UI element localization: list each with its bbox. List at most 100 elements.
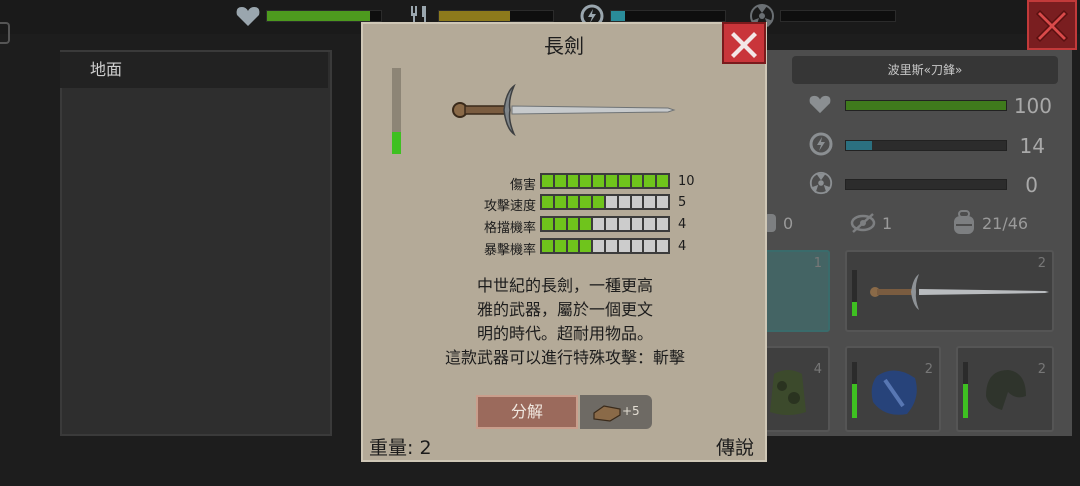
longsword-icon xyxy=(870,274,1049,310)
slot-count: 2 xyxy=(1037,362,1046,377)
energy-status-fill xyxy=(611,11,625,21)
stat-segment xyxy=(542,196,553,208)
stat-segment xyxy=(580,175,592,187)
stat-segment xyxy=(631,196,643,208)
character-radiation-icon xyxy=(809,171,833,195)
character-health-fill xyxy=(846,101,1006,110)
character-health-bar xyxy=(845,100,1007,111)
stat-segment xyxy=(605,218,617,230)
disassemble-button[interactable]: 分解 xyxy=(476,395,578,429)
stat-segment xyxy=(542,218,553,230)
stat-segment xyxy=(554,218,566,230)
slot-durability-bar xyxy=(852,362,857,418)
stat-segment xyxy=(593,175,604,187)
disassemble-yield: +5 xyxy=(580,395,652,429)
stat-segment xyxy=(644,240,656,252)
slot-count: 2 xyxy=(924,362,933,377)
health-heart-icon xyxy=(236,7,260,26)
stat-segment xyxy=(542,240,553,252)
item-durability-bar xyxy=(392,68,401,154)
close-popup-button[interactable] xyxy=(722,22,766,64)
stat-segment xyxy=(644,218,656,230)
character-energy-value: 14 xyxy=(1019,134,1045,158)
stat-segment xyxy=(618,218,630,230)
slot-durability-bar xyxy=(852,270,857,316)
inventory-slot-backpack[interactable]: 2 xyxy=(845,346,941,432)
stat-segment xyxy=(657,175,668,187)
inventory-slot-jacket[interactable]: 4 xyxy=(764,346,830,432)
damage-label: 傷害 xyxy=(509,178,536,193)
energy-status-bar xyxy=(610,10,726,22)
stat-segment xyxy=(657,240,668,252)
stat-segment xyxy=(631,218,643,230)
disassemble-yield-amount: +5 xyxy=(622,404,640,418)
stat-segment xyxy=(554,240,566,252)
stat-segment xyxy=(580,196,592,208)
inventory-slot-longsword[interactable]: 2 xyxy=(845,250,1054,332)
camo-jacket-icon xyxy=(770,370,806,415)
stat-segment xyxy=(631,175,643,187)
stat-segment xyxy=(593,240,604,252)
block-chance-value: 4 xyxy=(678,217,687,232)
character-energy-fill xyxy=(846,141,872,150)
crit-chance-value: 4 xyxy=(678,239,687,254)
stat-segment xyxy=(567,240,579,252)
item-weight: 重量: 2 xyxy=(369,437,432,459)
stat-segment xyxy=(618,240,630,252)
close-inventory-button[interactable] xyxy=(1027,0,1077,50)
visibility-value: 1 xyxy=(882,214,893,233)
stat-segment xyxy=(618,175,630,187)
radiation-status-bar xyxy=(780,10,896,22)
inventory-slot[interactable]: 1 xyxy=(764,250,830,332)
stat-segment xyxy=(554,196,566,208)
ground-panel xyxy=(60,50,332,436)
stat-segment xyxy=(554,175,566,187)
health-status-fill xyxy=(267,11,370,21)
damage-value: 10 xyxy=(678,174,695,189)
stat-segment xyxy=(567,196,579,208)
stat-segment xyxy=(542,175,553,187)
attack-speed-value: 5 xyxy=(678,195,687,210)
crit-chance-stat-bar xyxy=(540,238,670,254)
stat-segment xyxy=(644,196,656,208)
character-health-icon xyxy=(809,95,831,114)
close-icon xyxy=(1035,9,1069,43)
hunger-status-fill xyxy=(439,11,510,21)
character-name: 波里斯«刀鋒» xyxy=(792,56,1058,84)
slot-count: 1 xyxy=(813,256,822,271)
stat-segment xyxy=(567,175,579,187)
capacity-value: 21/46 xyxy=(982,214,1029,233)
inventory-slot-helmet[interactable]: 2 xyxy=(956,346,1054,432)
stat-segment xyxy=(605,240,617,252)
character-radiation-value: 0 xyxy=(1025,173,1038,197)
side-menu-tab[interactable] xyxy=(0,22,10,44)
stat-segment xyxy=(605,175,617,187)
armor-value: 0 xyxy=(783,214,794,233)
stat-segment xyxy=(580,218,592,230)
health-status-bar xyxy=(266,10,382,22)
item-description: 中世紀的長劍，一種更高 雅的武器，屬於一個更文 明的時代。超耐用物品。 這款武器… xyxy=(444,276,685,367)
stat-segment xyxy=(657,196,668,208)
stat-segment xyxy=(618,196,630,208)
stat-segment xyxy=(593,196,604,208)
helmet-icon xyxy=(986,370,1026,410)
block-chance-stat-bar xyxy=(540,216,670,232)
stat-segment xyxy=(644,175,656,187)
visibility-eye-icon xyxy=(850,213,876,233)
stat-segment xyxy=(605,196,617,208)
leather-material-icon xyxy=(593,405,621,422)
block-chance-label: 格擋機率 xyxy=(483,221,536,236)
slot-count: 2 xyxy=(1037,256,1046,271)
attack-speed-stat-bar xyxy=(540,194,670,210)
close-icon xyxy=(731,32,757,58)
blue-backpack-icon xyxy=(871,370,917,415)
character-energy-bar xyxy=(845,140,1007,151)
item-rarity: 傳說 xyxy=(716,437,755,459)
stat-segment xyxy=(657,218,668,230)
slot-count: 4 xyxy=(813,362,822,377)
slot-durability-bar xyxy=(963,362,968,418)
damage-stat-bar xyxy=(540,173,670,189)
stat-segment xyxy=(593,218,604,230)
hunger-status-bar xyxy=(438,10,554,22)
character-energy-icon xyxy=(809,132,833,156)
